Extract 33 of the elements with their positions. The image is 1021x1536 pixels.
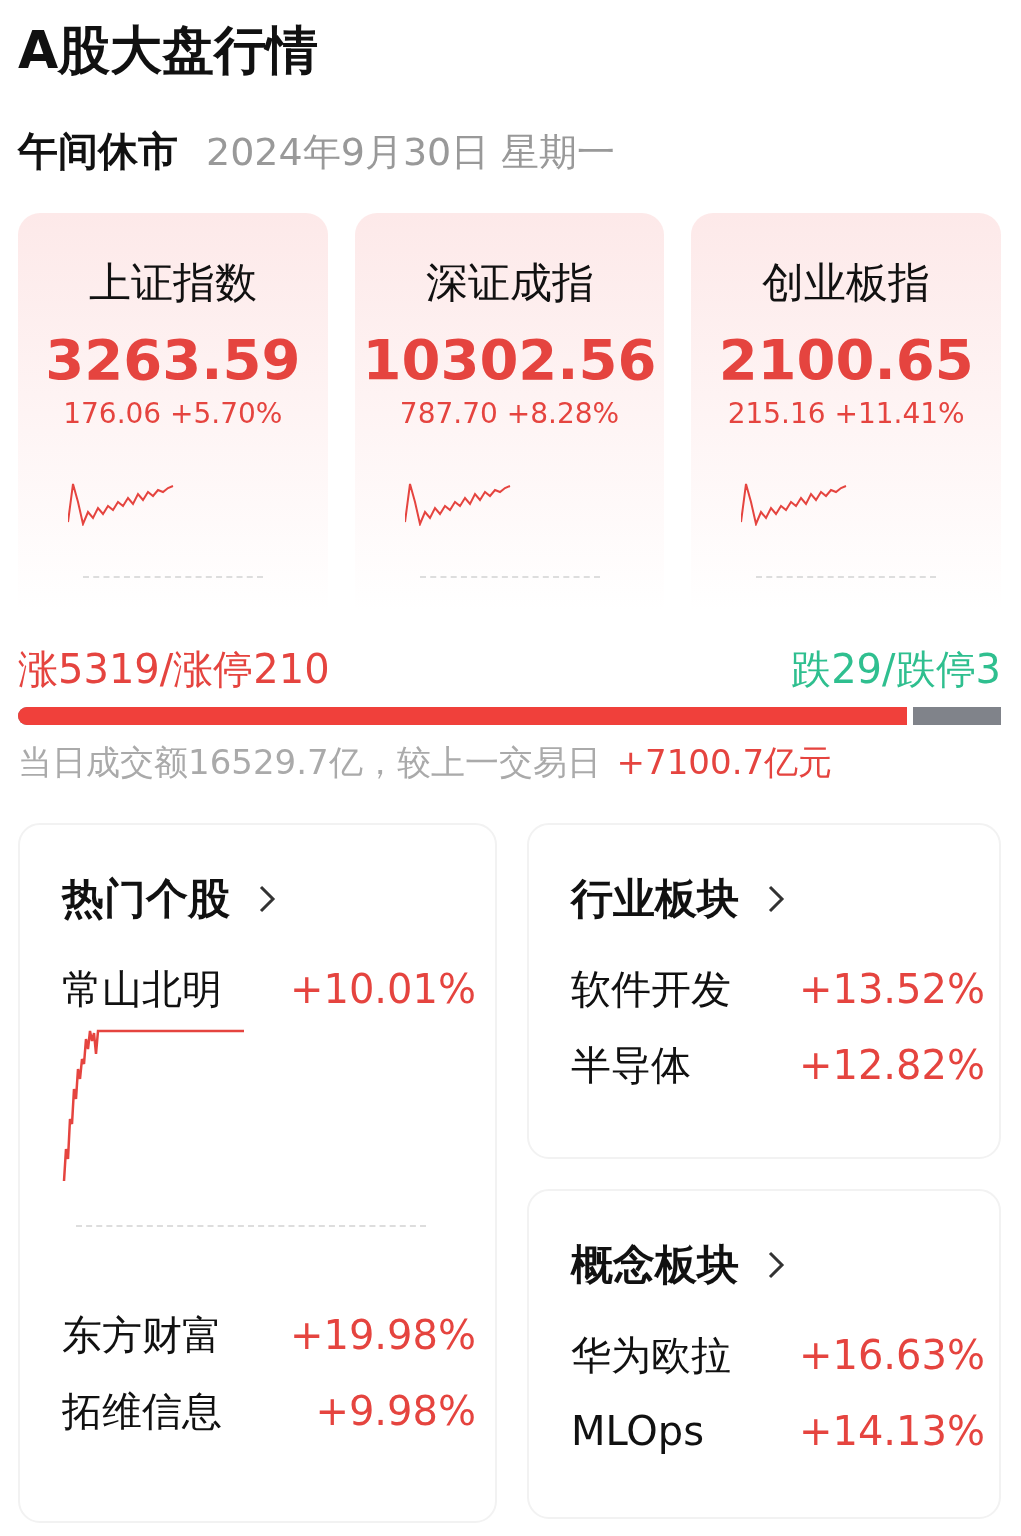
sector-name[interactable]: 软件开发 (571, 951, 761, 1027)
index-name: 深证成指 (425, 257, 594, 309)
sector-change: +12.82% (797, 1041, 985, 1090)
turnover-text: 当日成交额16529.7亿，较上一交易日 (18, 741, 601, 784)
index-name: 上证指数 (88, 257, 257, 309)
section-header[interactable]: 概念板块 (571, 1237, 999, 1293)
stock-name[interactable]: 东方财富 (62, 1297, 252, 1373)
sector-name[interactable]: MLOps (571, 1393, 761, 1469)
sector-name[interactable]: 半导体 (571, 1027, 761, 1103)
market-status: 午间休市 (18, 127, 178, 176)
section-header[interactable]: 热门个股 (62, 871, 495, 927)
index-change: 787.70 +8.28% (399, 397, 620, 430)
index-change: 176.06 +5.70% (63, 397, 283, 430)
turnover-delta: +7100.7亿元 (616, 741, 833, 784)
index-value: 10302.56 (362, 327, 657, 393)
sector-change: +16.63% (797, 1331, 985, 1380)
index-value: 2100.65 (718, 327, 974, 393)
fall-count: 跌29/跌停3 (791, 645, 1001, 694)
stock-change: +9.98% (314, 1387, 476, 1436)
index-value: 3263.59 (45, 327, 301, 393)
stock-name[interactable]: 常山北明 (62, 951, 252, 1027)
section-header[interactable]: 行业板块 (571, 871, 999, 927)
sector-change: +13.52% (797, 965, 985, 1014)
index-name: 创业板指 (762, 257, 931, 309)
stock-name[interactable]: 拓维信息 (62, 1373, 252, 1449)
index-change: 215.16 +11.41% (727, 397, 965, 430)
page-title: A股大盘行情 (18, 19, 320, 82)
stock-change: +10.01% (288, 965, 476, 1014)
sector-change: +14.13% (797, 1407, 985, 1456)
sector-name[interactable]: 华为欧拉 (571, 1317, 761, 1393)
rise-count: 涨5319/涨停210 (18, 645, 330, 694)
date-text: 2024年9月30日 星期一 (206, 129, 616, 176)
stock-change: +19.98% (288, 1311, 476, 1360)
